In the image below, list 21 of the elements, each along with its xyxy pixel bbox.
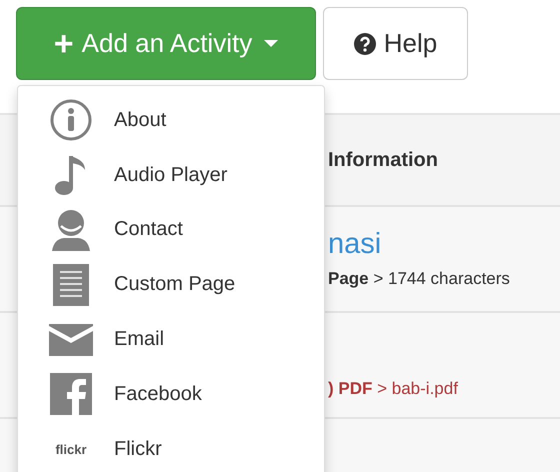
help-button[interactable]: Help: [323, 7, 468, 80]
menu-item[interactable]: Facebook: [18, 366, 324, 422]
facebook-icon: [50, 373, 92, 416]
flickr-logo: flickr: [55, 442, 87, 457]
document-icon: [53, 264, 89, 306]
activity-detail: Page > 1744 characters: [328, 268, 511, 288]
envelope-icon: [49, 324, 93, 356]
person-icon: [51, 208, 91, 251]
menu-item[interactable]: Contact: [18, 202, 324, 258]
caret-icon: [264, 40, 278, 48]
column-header: Information: [328, 148, 439, 172]
menu-item[interactable]: Custom Page: [18, 257, 324, 312]
file-detail: ) PDF > bab-i.pdf: [328, 379, 459, 399]
menu-item[interactable]: Email: [18, 312, 324, 367]
menu-item[interactable]: flickr Flickr: [18, 422, 324, 472]
info-icon: [50, 99, 92, 142]
menu-item[interactable]: Audio Player: [18, 148, 324, 203]
plus-icon: +: [54, 26, 74, 60]
menu-item[interactable]: About: [18, 93, 324, 148]
music-note-icon: [54, 154, 88, 196]
question-icon: [354, 32, 376, 54]
